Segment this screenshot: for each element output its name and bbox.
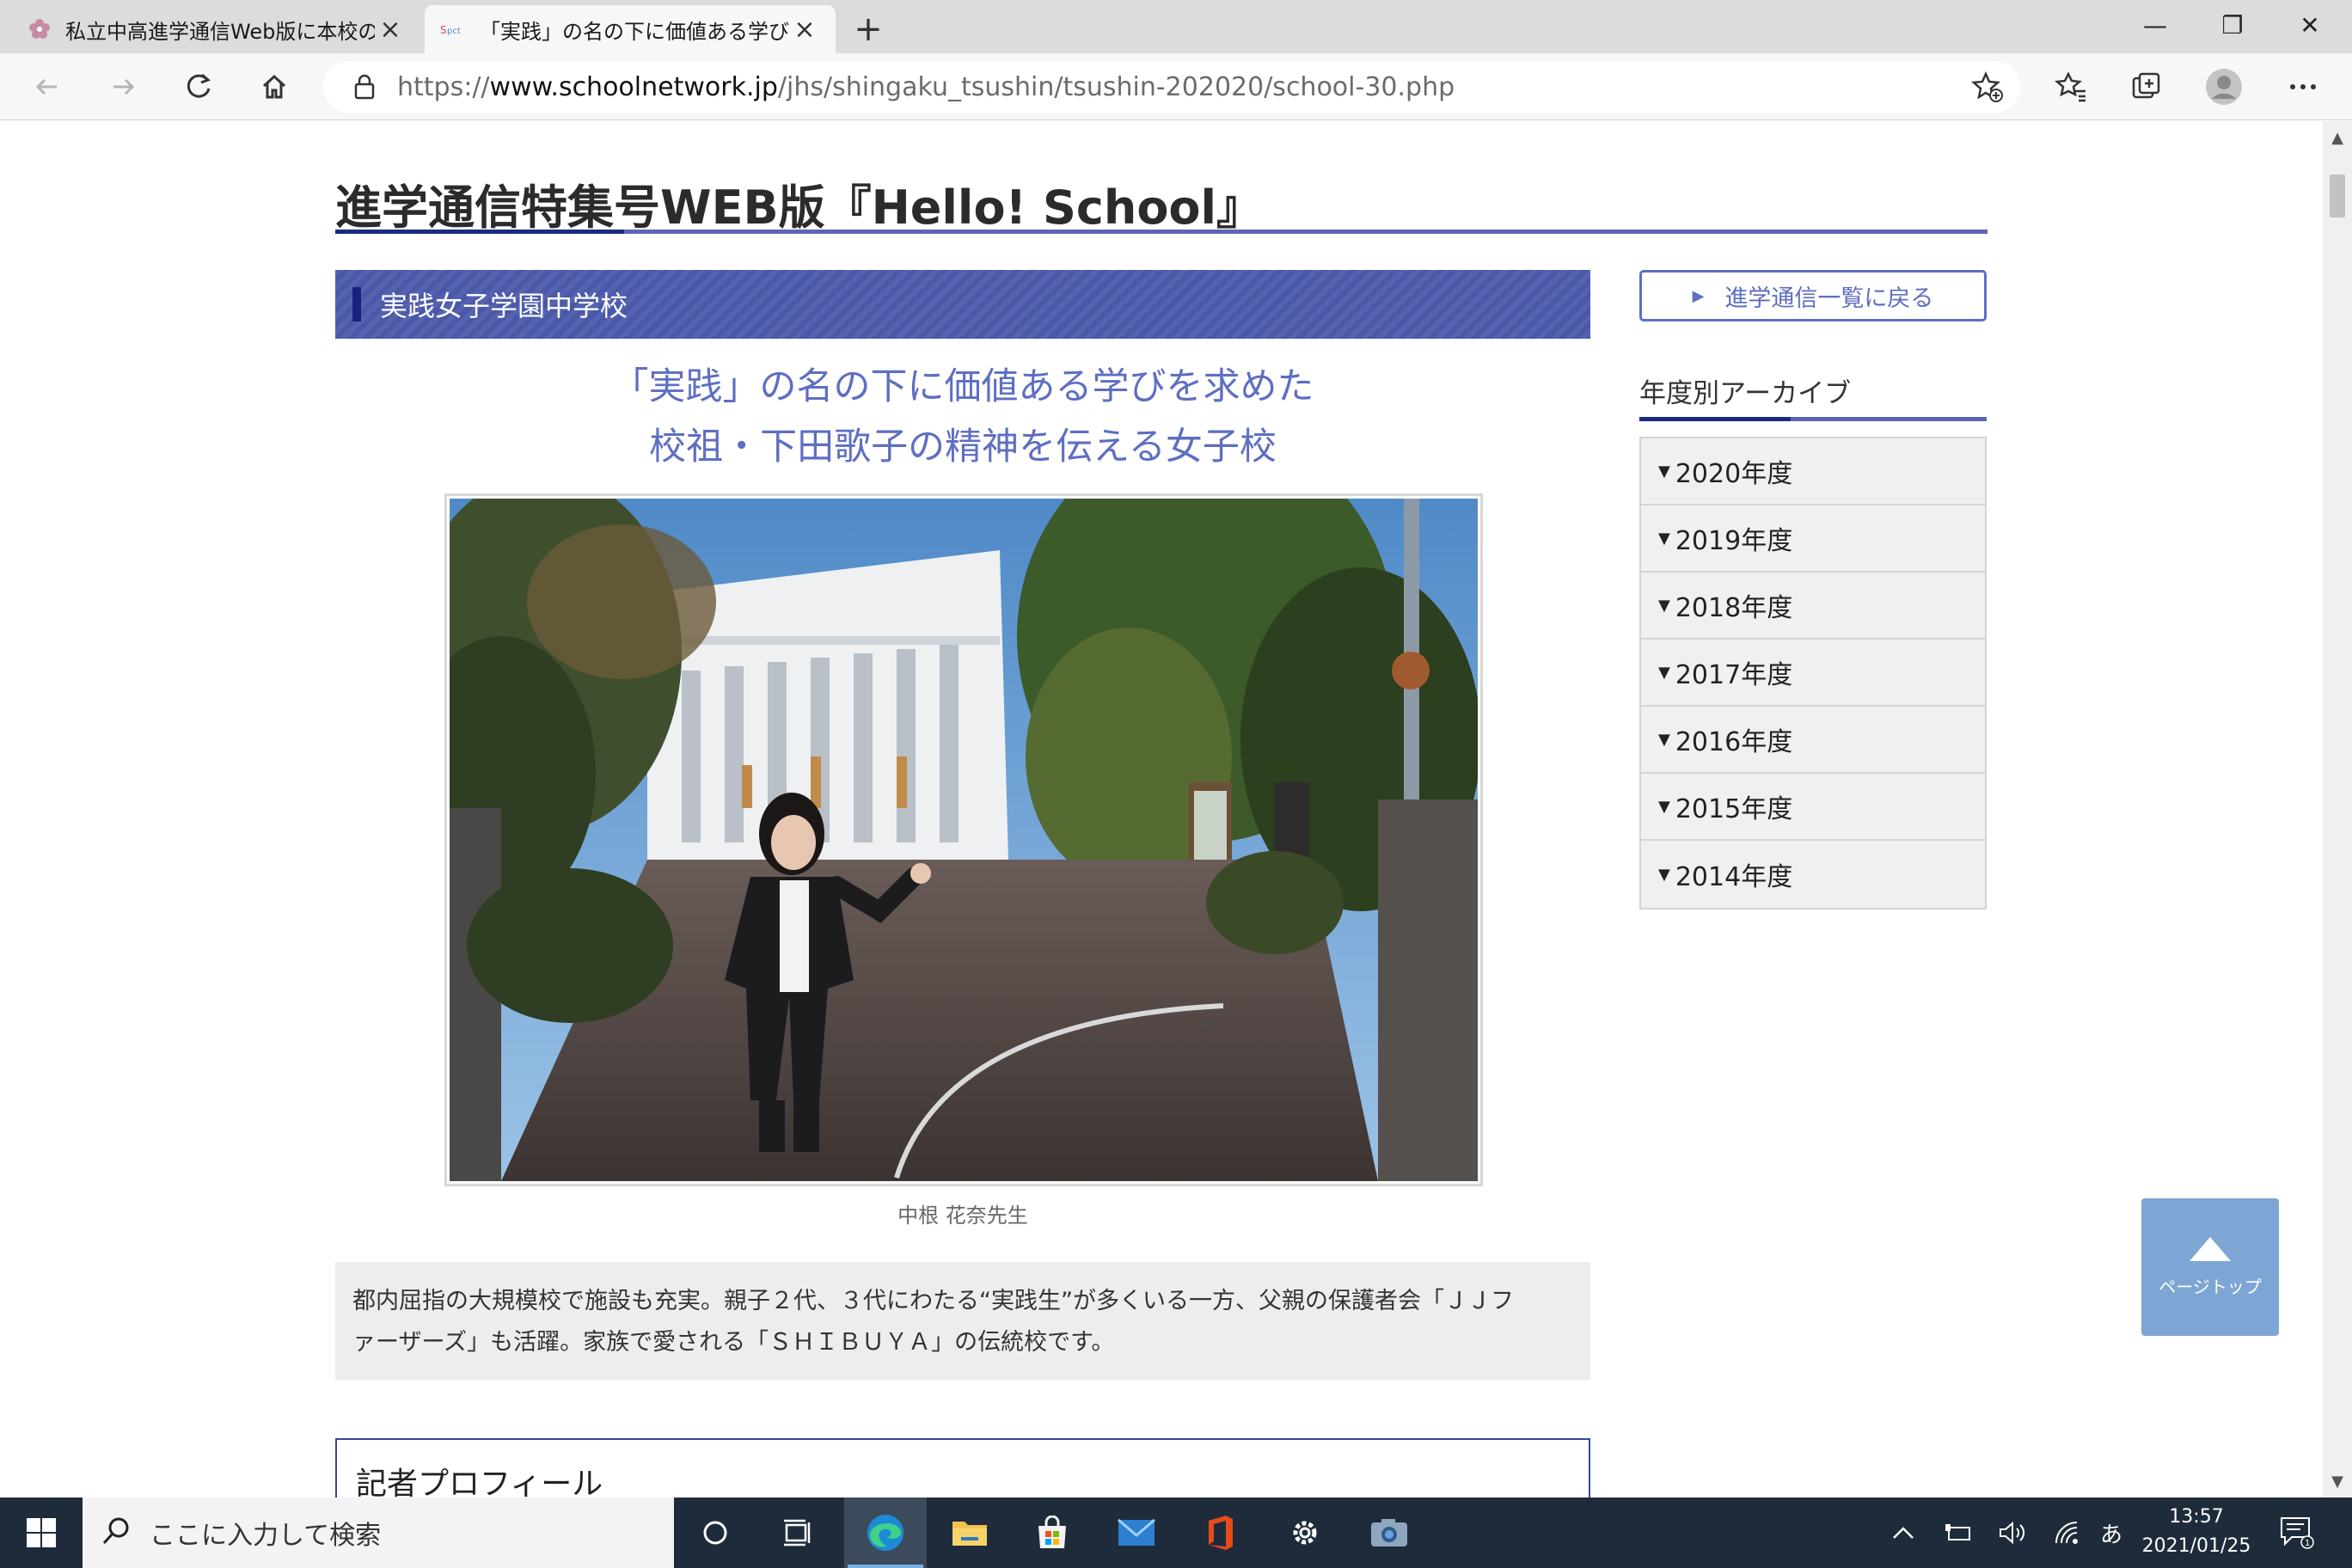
triangle-down-icon: ▼ bbox=[1658, 462, 1670, 481]
school-bar-marker bbox=[352, 287, 361, 322]
minimize-button[interactable]: — bbox=[2116, 0, 2194, 50]
search-icon bbox=[101, 1516, 131, 1549]
favorites-icon[interactable] bbox=[2046, 62, 2096, 112]
add-favorite-icon[interactable] bbox=[1970, 70, 2005, 104]
refresh-icon[interactable] bbox=[174, 62, 224, 112]
intro-line-2: ァーザーズ」も活躍。家族で愛される「ＳＨＩＢＵＹＡ」の伝統校です。 bbox=[352, 1329, 1115, 1356]
page-title: 進学通信特集号WEB版『Hello! School』 bbox=[335, 181, 1264, 235]
collections-icon[interactable] bbox=[2122, 62, 2171, 112]
triangle-down-icon: ▼ bbox=[1658, 797, 1670, 816]
scroll-down-arrow-icon[interactable]: ▼ bbox=[2323, 1468, 2352, 1494]
camera-icon[interactable] bbox=[1348, 1498, 1430, 1568]
tab-title: 私立中高進学通信Web版に本校の bbox=[65, 19, 375, 44]
page-top-label: ページトップ bbox=[2159, 1276, 2262, 1297]
intro-line-1: 都内屈指の大規模校で施設も充実。親子２代、３代にわたる“実践生”が多くいる一方、… bbox=[352, 1288, 1514, 1314]
close-icon[interactable]: × bbox=[789, 14, 820, 45]
address-bar[interactable]: https://www.schoolnetwork.jp/jhs/shingak… bbox=[323, 61, 2020, 113]
scroll-up-arrow-icon[interactable]: ▲ bbox=[2323, 125, 2352, 150]
forward-arrow-icon[interactable] bbox=[98, 62, 148, 112]
browser-toolbar: https://www.schoolnetwork.jp/jhs/shingak… bbox=[0, 53, 2352, 120]
archive-item-2014[interactable]: ▼ 2014年度 bbox=[1641, 841, 1985, 908]
microsoft-store-icon[interactable] bbox=[1011, 1498, 1093, 1568]
taskbar-clock[interactable]: 13:57 2021/01/25 bbox=[2123, 1503, 2269, 1561]
triangle-down-icon: ▼ bbox=[1658, 596, 1670, 615]
triangle-down-icon: ▼ bbox=[1658, 730, 1670, 749]
cortana-icon[interactable] bbox=[674, 1498, 756, 1568]
profile-avatar[interactable] bbox=[2199, 62, 2249, 112]
article-headline: 「実践」の名の下に価値ある学びを求めた 校祖・下田歌子の精神を伝える女子校 bbox=[335, 357, 1590, 477]
close-window-button[interactable]: ✕ bbox=[2271, 0, 2349, 50]
scroll-thumb[interactable] bbox=[2330, 175, 2345, 217]
wifi-icon[interactable] bbox=[2044, 1498, 2092, 1568]
tab-title: 「実践」の名の下に価値ある学びを求 bbox=[480, 19, 789, 44]
settings-gear-icon[interactable] bbox=[1264, 1498, 1346, 1568]
archive-underline-accent bbox=[1639, 417, 1791, 421]
triangle-down-icon: ▼ bbox=[1658, 865, 1670, 884]
archive-title: 年度別アーカイブ bbox=[1639, 378, 1852, 409]
task-view-icon[interactable] bbox=[756, 1498, 839, 1568]
edge-browser-icon[interactable] bbox=[844, 1498, 927, 1568]
vertical-scrollbar[interactable]: ▲ ▼ bbox=[2323, 121, 2352, 1498]
archive-item-2016[interactable]: ▼ 2016年度 bbox=[1641, 707, 1985, 774]
tab-inactive[interactable]: 私立中高進学通信Web版に本校の × bbox=[10, 5, 421, 53]
file-explorer-icon[interactable] bbox=[928, 1498, 1011, 1568]
tab-strip: 私立中高進学通信Web版に本校の × Spct 「実践」の名の下に価値ある学びを… bbox=[0, 0, 2352, 53]
page-top-button[interactable]: ページトップ bbox=[2141, 1198, 2279, 1336]
back-to-list-button[interactable]: ▶ 進学通信一覧に戻る bbox=[1639, 270, 1987, 322]
headline-line-2: 校祖・下田歌子の精神を伝える女子校 bbox=[649, 426, 1277, 469]
search-placeholder: ここに入力して検索 bbox=[150, 1521, 382, 1551]
school-photo-image bbox=[450, 499, 1478, 1181]
photo-caption: 中根 花奈先生 bbox=[897, 1204, 1028, 1228]
clock-time: 13:57 bbox=[2169, 1506, 2224, 1528]
play-triangle-icon: ▶ bbox=[1692, 286, 1705, 305]
flower-icon bbox=[26, 15, 53, 43]
school-photo bbox=[444, 493, 1483, 1186]
triangle-down-icon: ▼ bbox=[1658, 529, 1670, 548]
page-viewport: 進学通信特集号WEB版『Hello! School』 実践女子学園中学校 「実践… bbox=[0, 121, 2352, 1498]
home-icon[interactable] bbox=[249, 62, 299, 112]
show-hidden-icons-chevron-icon[interactable] bbox=[1879, 1498, 1927, 1568]
office-icon[interactable] bbox=[1179, 1498, 1262, 1568]
archive-item-2018[interactable]: ▼ 2018年度 bbox=[1641, 573, 1985, 640]
title-underline-accent bbox=[335, 230, 624, 234]
back-to-list-label: 進学通信一覧に戻る bbox=[1724, 285, 1934, 312]
archive-item-2020[interactable]: ▼ 2020年度 bbox=[1641, 438, 1985, 505]
new-tab-button[interactable]: + bbox=[848, 9, 889, 50]
triangle-down-icon: ▼ bbox=[1658, 663, 1670, 682]
spct-logo-icon: Spct bbox=[440, 15, 468, 43]
restore-button[interactable]: ❐ bbox=[2194, 0, 2271, 50]
svg-text:S: S bbox=[440, 24, 447, 36]
mail-icon[interactable] bbox=[1095, 1498, 1178, 1568]
lock-icon[interactable] bbox=[347, 70, 382, 104]
taskbar-search-box[interactable]: ここに入力して検索 bbox=[83, 1498, 674, 1568]
arrow-up-icon bbox=[2190, 1236, 2231, 1261]
school-intro: 都内屈指の大規模校で施設も充実。親子２代、３代にわたる“実践生”が多くいる一方、… bbox=[335, 1262, 1590, 1380]
more-menu-icon[interactable] bbox=[2278, 62, 2328, 112]
archive-list: ▼ 2020年度 ▼ 2019年度 ▼ 2018年度 ▼ 2017年度 ▼ 2016年度 … bbox=[1639, 437, 1987, 910]
archive-item-2015[interactable]: ▼ 2015年度 bbox=[1641, 774, 1985, 841]
back-arrow-icon[interactable] bbox=[22, 62, 72, 112]
volume-icon[interactable] bbox=[1989, 1498, 2037, 1568]
battery-icon[interactable] bbox=[1934, 1498, 1982, 1568]
windows-start-icon[interactable] bbox=[0, 1498, 83, 1568]
close-icon[interactable]: × bbox=[375, 14, 406, 45]
url-text: https://www.schoolnetwork.jp/jhs/shingak… bbox=[397, 71, 1455, 102]
profile-title: 記者プロフィール bbox=[356, 1467, 603, 1498]
headline-line-1: 「実践」の名の下に価値ある学びを求めた bbox=[611, 365, 1314, 408]
windows-taskbar: ここに入力して検索 あ 13:57 2021/01/25 1 bbox=[0, 1498, 2352, 1568]
clock-date: 2021/01/25 bbox=[2141, 1535, 2251, 1557]
archive-item-2019[interactable]: ▼ 2019年度 bbox=[1641, 505, 1985, 573]
school-name: 実践女子学園中学校 bbox=[380, 290, 628, 322]
notification-count: 1 bbox=[2305, 1539, 2310, 1548]
archive-item-2017[interactable]: ▼ 2017年度 bbox=[1641, 640, 1985, 707]
tab-active[interactable]: Spct 「実践」の名の下に価値ある学びを求 × bbox=[425, 5, 836, 53]
svg-text:pct: pct bbox=[447, 27, 461, 36]
reporter-profile: 記者プロフィール bbox=[335, 1438, 1590, 1498]
notification-center-icon[interactable]: 1 bbox=[2269, 1498, 2324, 1568]
school-name-bar: 実践女子学園中学校 bbox=[335, 270, 1590, 339]
